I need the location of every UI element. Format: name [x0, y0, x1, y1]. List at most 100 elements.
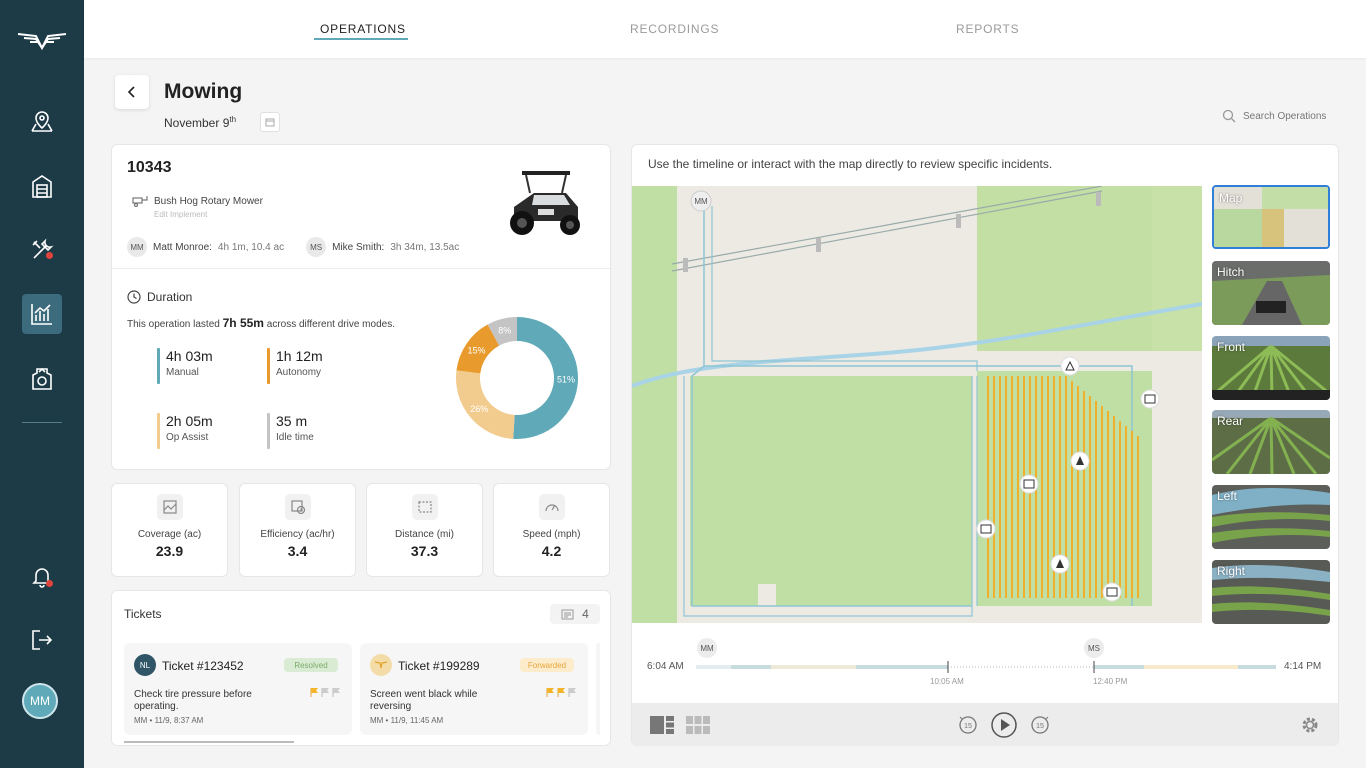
- incident-marker-tractor[interactable]: [1070, 451, 1090, 471]
- status-badge: Forwarded: [520, 658, 574, 672]
- mode-value: 1h 12m: [276, 348, 323, 364]
- rewind-15-icon[interactable]: 15: [958, 715, 978, 735]
- timeline-mark-time: 12:40 PM: [1093, 677, 1128, 686]
- calendar-icon: [265, 118, 275, 127]
- map-hint: Use the timeline or interact with the ma…: [648, 157, 1053, 171]
- ticket-card[interactable]: Ticket #199289 Forwarded Screen went bla…: [360, 643, 588, 735]
- flag-icon: [321, 688, 329, 697]
- mode-idle: 35 m Idle time: [267, 413, 314, 449]
- logout-icon[interactable]: [22, 620, 62, 660]
- stat-label: Efficiency (ac/hr): [260, 529, 335, 540]
- view-thumb-right[interactable]: Right: [1212, 560, 1330, 624]
- ticket-card[interactable]: NL Ticket #123452 Resolved Check tire pr…: [124, 643, 352, 735]
- tractor-badge-icon[interactable]: [22, 358, 62, 398]
- ticket-name: Ticket #123452: [162, 659, 244, 673]
- tickets-title: Tickets: [124, 607, 162, 621]
- efficiency-icon: [284, 494, 311, 520]
- donut-slice-label: 15%: [467, 345, 485, 355]
- implement-icon: [132, 196, 148, 207]
- view-label: Right: [1217, 564, 1246, 578]
- incident-marker-tractor[interactable]: [1050, 554, 1070, 574]
- stat-value: 37.3: [410, 543, 439, 559]
- svg-text:15: 15: [1036, 723, 1044, 730]
- incident-marker-warning[interactable]: [1060, 356, 1080, 376]
- date-text: November 9: [164, 116, 230, 130]
- status-badge: Resolved: [284, 658, 338, 672]
- view-thumb-hitch[interactable]: Hitch: [1212, 261, 1330, 325]
- stat-value: 23.9: [155, 543, 184, 559]
- tab-recordings[interactable]: RECORDINGS: [630, 22, 719, 36]
- view-label: Rear: [1217, 414, 1244, 428]
- horizontal-scrollbar[interactable]: [124, 741, 294, 743]
- incident-marker-ticket[interactable]: [1019, 474, 1039, 494]
- mode-manual: 4h 03m Manual: [157, 348, 213, 384]
- flag-icon: [557, 688, 565, 697]
- calendar-button[interactable]: [260, 112, 280, 132]
- garage-icon[interactable]: [22, 166, 62, 206]
- operation-summary-card: 10343 Bush Hog Rotary Mower Edit Impleme…: [111, 144, 611, 470]
- page-date: November 9th: [164, 115, 236, 130]
- mode-op-assist: 2h 05m Op Assist: [157, 413, 213, 449]
- view-thumb-map[interactable]: Map: [1212, 185, 1330, 249]
- ticket-message: Check tire pressure before operating.: [134, 689, 252, 712]
- view-label: Map: [1219, 191, 1243, 205]
- mode-value: 35 m: [276, 413, 308, 429]
- mode-autonomy: 1h 12m Autonomy: [267, 348, 323, 384]
- stat-coverage: Coverage (ac) 23.9: [111, 483, 228, 577]
- map-panel: Use the timeline or interact with the ma…: [631, 144, 1339, 746]
- mode-label: Autonomy: [276, 367, 322, 378]
- duration-text-after: across different drive modes.: [263, 319, 395, 330]
- incident-marker-ticket[interactable]: [1102, 582, 1122, 602]
- page-title: Mowing: [164, 80, 243, 103]
- view-thumb-rear[interactable]: Rear: [1212, 410, 1330, 474]
- operator-marker-label: MM: [694, 197, 708, 206]
- timeline-track[interactable]: [696, 661, 1278, 673]
- view-label: Hitch: [1217, 265, 1245, 279]
- ticket-name: Ticket #199289: [398, 659, 480, 673]
- timeline-operator-avatar[interactable]: MM: [697, 638, 717, 658]
- edit-implement-link[interactable]: Edit Implement: [154, 210, 207, 219]
- split-layout-icon[interactable]: [649, 715, 675, 735]
- field-map[interactable]: MM: [632, 186, 1202, 623]
- duration-summary: This operation lasted 7h 55m across diff…: [127, 316, 395, 330]
- timeline-operator-avatar[interactable]: MS: [1084, 638, 1104, 658]
- ticket-meta: MM • 11/9, 11:45 AM: [370, 716, 444, 725]
- stat-label: Coverage (ac): [137, 529, 202, 540]
- mode-value: 4h 03m: [166, 348, 213, 364]
- stat-label: Distance (mi): [395, 529, 454, 540]
- ticket-card-peek: [596, 643, 600, 735]
- map-canvas: MM: [632, 186, 1202, 623]
- tab-reports[interactable]: REPORTS: [956, 22, 1019, 36]
- tab-operations[interactable]: OPERATIONS: [320, 22, 406, 36]
- mode-label: Op Assist: [166, 432, 209, 443]
- gear-icon[interactable]: [1300, 715, 1320, 735]
- svg-text:15: 15: [964, 723, 972, 730]
- grid-layout-icon[interactable]: [685, 715, 711, 735]
- mode-label: Manual: [166, 367, 199, 378]
- analytics-icon[interactable]: [22, 294, 62, 334]
- bell-icon[interactable]: [22, 556, 62, 596]
- play-icon[interactable]: [991, 712, 1017, 738]
- stat-value: 4.2: [541, 543, 562, 559]
- tools-icon[interactable]: [22, 230, 62, 270]
- flag-icon: [568, 688, 576, 697]
- search-operations[interactable]: Search Operations: [1222, 109, 1326, 123]
- map-pin-icon[interactable]: [22, 102, 62, 142]
- ticket-icon: [561, 609, 574, 619]
- user-avatar[interactable]: MM: [22, 683, 58, 719]
- operator-name: Mike Smith:: [332, 241, 385, 253]
- operator-avatar: MS: [306, 237, 327, 257]
- implement-name: Bush Hog Rotary Mower: [154, 195, 263, 207]
- tickets-count-badge[interactable]: 4: [550, 604, 600, 624]
- logo-wings-icon[interactable]: [16, 26, 68, 56]
- incident-marker-ticket[interactable]: [976, 519, 996, 539]
- active-tab-indicator: [314, 38, 408, 40]
- forward-15-icon[interactable]: 15: [1030, 715, 1050, 735]
- wings-icon: [374, 661, 388, 669]
- top-nav: OPERATIONS RECORDINGS REPORTS: [84, 0, 1366, 58]
- view-thumb-front[interactable]: Front: [1212, 336, 1330, 400]
- stat-label: Speed (mph): [522, 529, 581, 540]
- back-button[interactable]: [115, 75, 149, 109]
- view-thumb-left[interactable]: Left: [1212, 485, 1330, 549]
- incident-marker-ticket[interactable]: [1140, 389, 1160, 409]
